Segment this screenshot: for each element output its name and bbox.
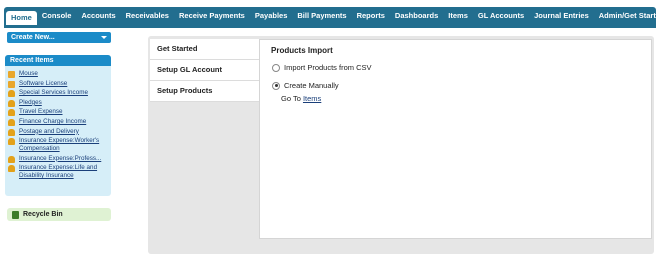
- list-item: Insurance Expense:Worker's Compensation: [8, 137, 111, 153]
- list-item: Special Services Income: [8, 89, 111, 98]
- top-navigation-bar: Home Console Accounts Receivables Receiv…: [4, 7, 661, 25]
- tab-bill-payments[interactable]: Bill Payments: [292, 7, 351, 25]
- recent-item-link[interactable]: Software License: [19, 80, 67, 88]
- section-title: Products Import: [271, 46, 333, 55]
- items-link[interactable]: Items: [303, 94, 321, 103]
- tab-items[interactable]: Items: [443, 7, 473, 25]
- tab-receive-payments[interactable]: Receive Payments: [174, 7, 250, 25]
- recent-item-link[interactable]: Special Services Income: [19, 89, 88, 97]
- recent-items-panel: Recent Items Mouse Software License Spec…: [5, 55, 111, 196]
- list-item: Postage and Delivery: [8, 128, 111, 136]
- recent-item-link[interactable]: Mouse: [19, 70, 38, 78]
- tab-accounts[interactable]: Accounts: [76, 7, 120, 25]
- list-item: Insurance Expense:Life and Disability In…: [8, 164, 111, 180]
- recycle-bin-icon: [12, 210, 19, 219]
- import-csv-option[interactable]: Import Products from CSV: [272, 63, 372, 72]
- import-csv-radio[interactable]: [272, 63, 280, 72]
- tab-payables[interactable]: Payables: [250, 7, 293, 25]
- tab-home[interactable]: Home: [6, 10, 37, 25]
- list-item: Mouse: [8, 70, 111, 78]
- recent-item-link[interactable]: Pledges: [19, 99, 42, 107]
- setup-steps-nav: Get Started Setup GL Account Setup Produ…: [150, 39, 260, 102]
- recent-items-title: Recent Items: [5, 55, 111, 66]
- folder-icon: [8, 80, 15, 88]
- goto-items-line: Go To Items: [281, 94, 321, 103]
- bell-icon: [8, 118, 15, 126]
- tab-receivables[interactable]: Receivables: [121, 7, 174, 25]
- folder-icon: [8, 71, 15, 78]
- recycle-bin-button[interactable]: Recycle Bin: [7, 208, 111, 221]
- bell-icon: [8, 128, 15, 136]
- list-item: Finance Charge Income: [8, 118, 111, 126]
- bell-icon: [8, 155, 15, 163]
- recent-item-link[interactable]: Insurance Expense:Life and Disability In…: [19, 164, 111, 180]
- recent-item-link[interactable]: Finance Charge Income: [19, 118, 86, 126]
- list-item: Travel Expense: [8, 108, 111, 117]
- recent-item-link[interactable]: Insurance Expense:Profess...: [19, 155, 101, 163]
- nav-underline: [4, 25, 656, 28]
- bell-icon: [8, 138, 15, 146]
- step-get-started[interactable]: Get Started: [150, 39, 259, 60]
- step-setup-products[interactable]: Setup Products: [150, 81, 260, 102]
- recent-items-list: Mouse Software License Special Services …: [5, 66, 111, 180]
- bell-icon: [8, 99, 15, 107]
- recycle-bin-label: Recycle Bin: [23, 211, 63, 218]
- create-manually-label: Create Manually: [284, 81, 339, 90]
- chevron-down-icon: [101, 36, 107, 39]
- recent-item-link[interactable]: Postage and Delivery: [19, 128, 79, 136]
- products-import-section: Products Import Import Products from CSV…: [259, 39, 652, 239]
- tab-admin-get-started[interactable]: Admin/Get Started: [594, 7, 661, 25]
- list-item: Pledges: [8, 99, 111, 107]
- goto-prefix: Go To: [281, 94, 301, 103]
- bell-icon: [8, 165, 15, 173]
- tab-journal-entries[interactable]: Journal Entries: [529, 7, 594, 25]
- import-csv-label: Import Products from CSV: [284, 63, 372, 72]
- bell-icon: [8, 109, 15, 117]
- tab-reports[interactable]: Reports: [352, 7, 390, 25]
- create-manually-option[interactable]: Create Manually: [272, 81, 339, 90]
- list-item: Insurance Expense:Profess...: [8, 155, 111, 163]
- create-manually-radio[interactable]: [272, 81, 280, 90]
- tab-gl-accounts[interactable]: GL Accounts: [473, 7, 529, 25]
- tab-dashboards[interactable]: Dashboards: [390, 7, 443, 25]
- list-item: Software License: [8, 80, 111, 88]
- tab-console[interactable]: Console: [37, 7, 77, 25]
- recent-item-link[interactable]: Insurance Expense:Worker's Compensation: [19, 137, 111, 153]
- create-new-label: Create New...: [11, 34, 55, 41]
- step-setup-gl-account[interactable]: Setup GL Account: [150, 60, 259, 81]
- create-new-dropdown[interactable]: Create New...: [7, 32, 111, 43]
- bell-icon: [8, 90, 15, 98]
- recent-item-link[interactable]: Travel Expense: [19, 108, 63, 116]
